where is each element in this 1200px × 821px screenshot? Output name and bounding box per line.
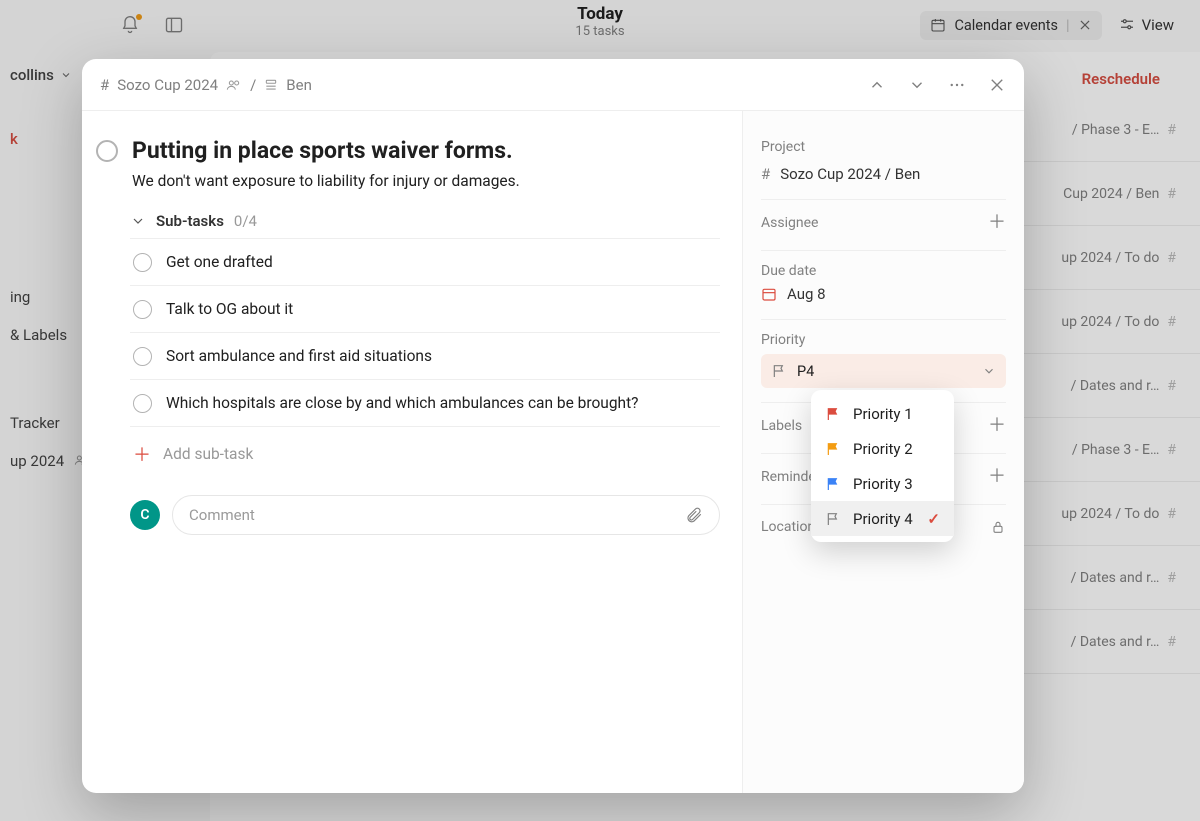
subtask-label: Talk to OG about it — [166, 300, 293, 318]
priority-option-label: Priority 4 — [853, 510, 913, 528]
chevron-down-icon — [982, 364, 996, 378]
project-field-value[interactable]: # Sozo Cup 2024 / Ben — [761, 159, 1006, 195]
project-field-label: Project — [761, 139, 1006, 155]
flag-icon — [771, 363, 787, 379]
lock-icon — [990, 519, 1006, 535]
comment-placeholder: Comment — [189, 506, 255, 524]
complete-checkbox[interactable] — [96, 140, 118, 162]
priority-dropdown: Priority 1 Priority 2 Priority 3 Priority 4… — [811, 390, 954, 542]
priority-select[interactable]: P4 Priority 1Priority 2Priority 3Priorit… — [761, 354, 1006, 388]
project-value-text: Sozo Cup 2024 / Ben — [780, 165, 920, 183]
priority-option-label: Priority 3 — [853, 475, 913, 493]
subtask-checkbox[interactable] — [133, 300, 152, 319]
priority-option[interactable]: Priority 1 — [811, 396, 954, 431]
task-sidebar: Project # Sozo Cup 2024 / Ben Assignee ＋… — [742, 111, 1024, 793]
breadcrumb-section: Ben — [286, 76, 312, 94]
priority-option[interactable]: Priority 2 — [811, 431, 954, 466]
subtasks-count: 0/4 — [234, 212, 257, 230]
section-icon — [264, 78, 278, 92]
location-label: Location — [761, 519, 815, 535]
people-icon — [226, 79, 242, 91]
modal-header: # Sozo Cup 2024 / Ben — [82, 59, 1024, 111]
task-description[interactable]: We don't want exposure to liability for … — [132, 172, 720, 190]
priority-value: P4 — [797, 363, 814, 380]
flag-icon — [825, 511, 841, 527]
flag-icon — [825, 476, 841, 492]
priority-option-label: Priority 2 — [853, 440, 913, 458]
next-task-icon[interactable] — [908, 76, 926, 94]
plus-icon: ＋ — [988, 468, 1006, 486]
hash-icon: # — [100, 76, 109, 94]
priority-option[interactable]: Priority 3 — [811, 466, 954, 501]
subtask-label: Sort ambulance and first aid situations — [166, 347, 432, 365]
subtask-checkbox[interactable] — [133, 394, 152, 413]
plus-icon: ＋ — [133, 441, 151, 467]
task-detail-modal: # Sozo Cup 2024 / Ben Putting in place s… — [82, 59, 1024, 793]
subtask-checkbox[interactable] — [133, 347, 152, 366]
priority-option-label: Priority 1 — [853, 405, 913, 423]
check-icon: ✓ — [927, 510, 940, 528]
subtask-item[interactable]: Which hospitals are close by and which a… — [130, 380, 720, 427]
prev-task-icon[interactable] — [868, 76, 886, 94]
breadcrumb-project: Sozo Cup 2024 — [117, 76, 218, 94]
plus-icon: ＋ — [988, 214, 1006, 232]
flag-icon — [825, 441, 841, 457]
hash-icon: # — [761, 165, 770, 183]
close-icon[interactable] — [988, 76, 1006, 94]
priority-option[interactable]: Priority 4 ✓ — [811, 501, 954, 536]
attachment-icon[interactable] — [685, 506, 703, 524]
assignee-label: Assignee — [761, 215, 818, 231]
subtask-label: Which hospitals are close by and which a… — [166, 394, 639, 412]
add-subtask-label: Add sub-task — [163, 445, 253, 463]
subtasks-toggle[interactable]: Sub-tasks 0/4 — [130, 212, 720, 230]
chevron-down-icon — [130, 213, 146, 229]
labels-label: Labels — [761, 418, 802, 434]
subtask-item[interactable]: Get one drafted — [130, 239, 720, 286]
comment-input[interactable]: Comment — [172, 495, 720, 535]
due-date-label: Due date — [761, 263, 1006, 279]
breadcrumb[interactable]: # Sozo Cup 2024 / Ben — [100, 76, 312, 94]
avatar: C — [130, 500, 160, 530]
due-date-value: Aug 8 — [787, 285, 826, 303]
plus-icon: ＋ — [988, 417, 1006, 435]
task-title[interactable]: Putting in place sports waiver forms. — [132, 137, 720, 164]
task-main: Putting in place sports waiver forms. We… — [82, 111, 742, 793]
subtask-label: Get one drafted — [166, 253, 273, 271]
calendar-icon — [761, 286, 777, 302]
flag-icon — [825, 406, 841, 422]
more-icon[interactable] — [948, 76, 966, 94]
subtask-item[interactable]: Sort ambulance and first aid situations — [130, 333, 720, 380]
subtasks-header-label: Sub-tasks — [156, 212, 224, 230]
assignee-field[interactable]: Assignee ＋ — [761, 199, 1006, 246]
add-subtask-button[interactable]: ＋ Add sub-task — [133, 441, 720, 467]
priority-label: Priority — [761, 332, 1006, 348]
subtask-item[interactable]: Talk to OG about it — [130, 286, 720, 333]
subtask-checkbox[interactable] — [133, 253, 152, 272]
due-date-field[interactable]: Aug 8 — [761, 279, 1006, 315]
